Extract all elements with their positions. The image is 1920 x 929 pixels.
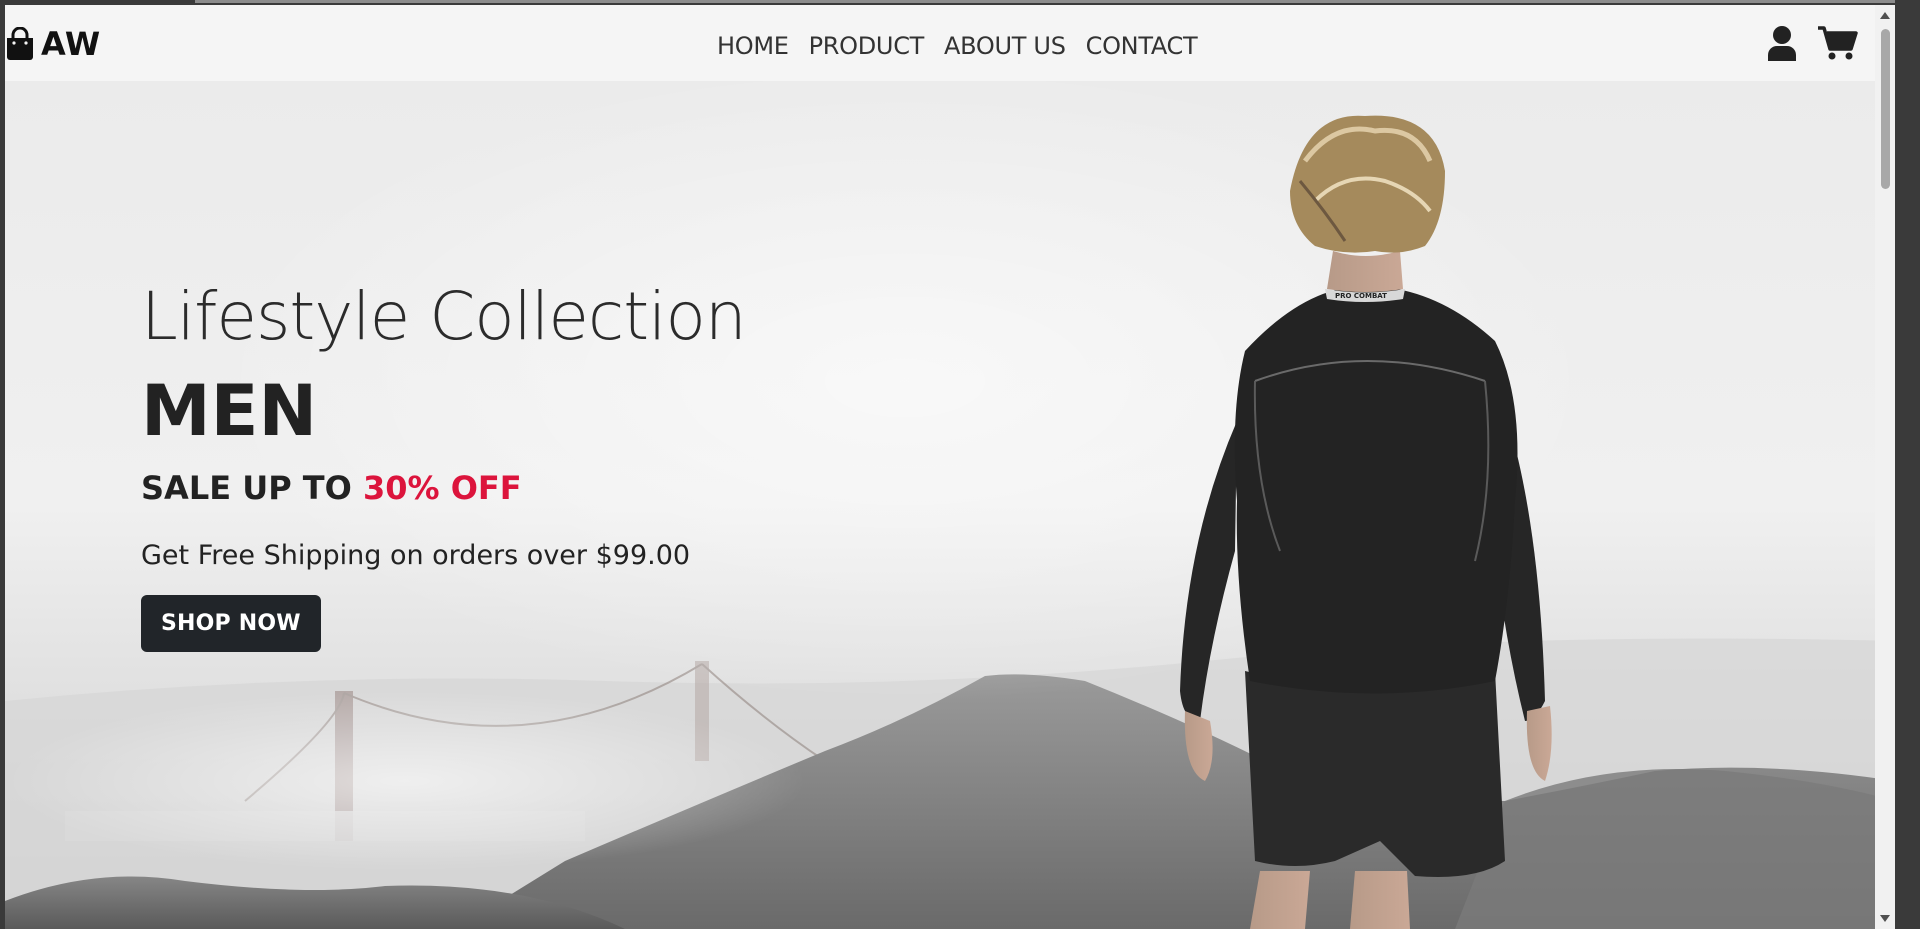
free-shipping-text: Get Free Shipping on orders over $99.00 (141, 540, 691, 571)
hero-text-block: Lifestyle Collection MEN SALE UP TO 30% … (141, 278, 747, 652)
svg-text:PRO COMBAT: PRO COMBAT (1335, 292, 1387, 300)
main-nav: HOME PRODUCT ABOUT US CONTACT (717, 32, 1198, 60)
user-icon (1768, 26, 1796, 61)
cart-link[interactable] (1818, 25, 1858, 66)
brand-logo-link[interactable]: AW (5, 25, 101, 63)
hero-sale-text: SALE UP TO 30% OFF (141, 472, 746, 504)
account-link[interactable] (1766, 25, 1798, 66)
scroll-up-arrow-icon[interactable] (1880, 12, 1890, 19)
browser-viewport: PRO COMBAT Lifestyle Collection MEN SALE… (5, 5, 1895, 929)
shopping-bag-icon (7, 27, 33, 60)
navbar: AW HOME PRODUCT ABOUT US CONTACT (5, 5, 1895, 81)
shop-now-button[interactable]: SHOP NOW (141, 595, 321, 652)
hero-title: MEN (141, 370, 318, 452)
sale-highlight: 30% OFF (362, 469, 522, 507)
scroll-down-arrow-icon[interactable] (1880, 915, 1890, 922)
nav-link-contact[interactable]: CONTACT (1086, 32, 1198, 60)
hero-banner: PRO COMBAT Lifestyle Collection MEN SALE… (5, 81, 1895, 929)
nav-link-home[interactable]: HOME (717, 32, 789, 60)
nav-link-product[interactable]: PRODUCT (809, 32, 925, 60)
nav-link-about-us[interactable]: ABOUT US (944, 32, 1066, 60)
page-scrollbar[interactable] (1875, 5, 1895, 929)
brand-name: AW (41, 25, 101, 63)
sale-prefix: SALE UP TO (141, 469, 363, 507)
cart-icon (1818, 26, 1858, 60)
header-icons (1766, 25, 1858, 66)
hero-subtitle: Lifestyle Collection (141, 278, 747, 355)
scrollbar-thumb[interactable] (1881, 29, 1890, 189)
